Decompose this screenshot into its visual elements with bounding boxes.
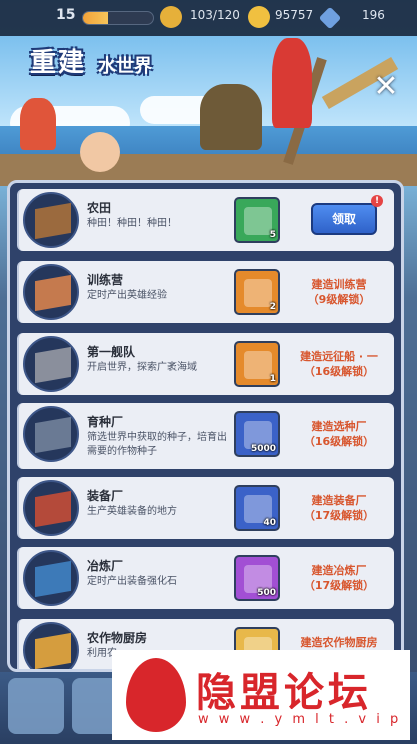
- frame-icon: [244, 351, 272, 379]
- character-spiky-hair: [200, 84, 262, 150]
- player-level: 15: [56, 7, 76, 23]
- reward-item[interactable]: 1: [234, 341, 280, 387]
- game-screen: 重建 水世界 ✕ 15 103/120 95757 196 农田 种田！种田！种田…: [0, 0, 417, 744]
- build-requirement-text[interactable]: 建造远征船 · 一 （16级解锁）: [289, 349, 389, 379]
- building-name: 装备厂: [87, 489, 124, 503]
- character-standing: [272, 38, 312, 128]
- gem-icon: [318, 6, 342, 30]
- building-illustration: [35, 490, 71, 528]
- building-icon: [23, 192, 79, 248]
- watermark: 隐盟论坛 w w w . y m l t . v i p: [112, 650, 410, 740]
- building-row[interactable]: 装备厂生产英雄装备的地方 40 建造装备厂 （17级解锁）: [17, 477, 394, 539]
- coin-icon: [248, 6, 270, 28]
- building-name: 第一舰队: [87, 345, 136, 359]
- gem-value: 196: [362, 8, 385, 22]
- reward-item[interactable]: 40: [234, 485, 280, 531]
- build-requirement-text[interactable]: 建造装备厂 （17级解锁）: [289, 493, 389, 523]
- building-illustration: [35, 202, 71, 240]
- build-requirement-text[interactable]: 建造农作物厨房: [289, 635, 389, 650]
- top-status-bar: 15 103/120 95757 196: [0, 0, 417, 36]
- building-illustration: [35, 560, 71, 598]
- roth-card-icon: [244, 279, 272, 307]
- building-illustration: [35, 632, 71, 669]
- building-icon: [23, 336, 79, 392]
- close-icon[interactable]: ✕: [369, 70, 403, 104]
- energy-value: 103/120: [190, 8, 240, 22]
- flame-logo: [126, 658, 186, 732]
- build-requirement-text[interactable]: 建造冶炼厂 （17级解锁）: [289, 563, 389, 593]
- building-row[interactable]: 冶炼厂定时产出装备强化石 500 建造冶炼厂 （17级解锁）: [17, 547, 394, 609]
- watermark-title: 隐盟论坛: [196, 670, 372, 716]
- building-icon: [23, 550, 79, 606]
- building-name: 冶炼厂: [87, 559, 124, 573]
- seed-bag-icon: [244, 207, 272, 235]
- building-description: 开启世界，探索广袤海域: [87, 362, 197, 373]
- building-description: 生产英雄装备的地方: [87, 506, 177, 517]
- hero-banner: 重建 水世界 ✕: [0, 36, 417, 186]
- building-icon: [23, 480, 79, 536]
- reward-item[interactable]: 5: [234, 197, 280, 243]
- building-illustration: [35, 416, 71, 454]
- energy-icon: [160, 6, 182, 28]
- character-bald: [80, 132, 120, 172]
- notification-badge: !: [371, 195, 383, 207]
- building-illustration: [35, 274, 71, 312]
- watermark-url: w w w . y m l t . v i p: [198, 712, 402, 727]
- reward-item[interactable]: 5000: [234, 411, 280, 457]
- building-icon: [23, 406, 79, 462]
- reward-item[interactable]: 500: [234, 555, 280, 601]
- coin-value: 95757: [275, 8, 314, 22]
- reward-count: 1: [269, 374, 276, 384]
- reward-count: 5000: [250, 444, 276, 454]
- building-name: 育种厂: [87, 415, 124, 429]
- reward-count: 40: [263, 518, 276, 528]
- building-description: 定时产出英雄经验: [87, 290, 167, 301]
- build-requirement-text[interactable]: 建造选种厂 （16级解锁）: [289, 419, 389, 449]
- building-name: 农田: [87, 201, 112, 215]
- reward-count: 2: [269, 302, 276, 312]
- building-name: 农作物厨房: [87, 631, 148, 645]
- xp-progress-bar: [82, 11, 154, 25]
- claim-button[interactable]: 领取: [311, 203, 377, 235]
- reward-count: 500: [257, 588, 276, 598]
- building-row[interactable]: 训练营定时产出英雄经验 2 建造训练营 （9级解锁）: [17, 261, 394, 323]
- building-row[interactable]: 育种厂筛选世界中获取的种子，培育出需要的作物种子 5000 建造选种厂 （16级解锁…: [17, 403, 394, 469]
- building-description: 种田！种田！种田！: [87, 218, 177, 229]
- building-list-panel[interactable]: 农田种田！种田！种田！ 5 领取! 训练营定时产出英雄经验 2 建造训练营 （9级解锁） 第…: [7, 180, 404, 672]
- nav-item-bank[interactable]: [8, 678, 64, 734]
- banner-title: 重建: [30, 48, 87, 78]
- build-requirement-text[interactable]: 建造训练营 （9级解锁）: [289, 277, 389, 307]
- reward-count: 5: [269, 230, 276, 240]
- building-row[interactable]: 农田种田！种田！种田！ 5 领取!: [17, 189, 394, 251]
- xp-progress-fill: [83, 12, 108, 24]
- building-icon: [23, 622, 79, 669]
- building-description: 定时产出装备强化石: [87, 576, 177, 587]
- reward-item[interactable]: 2: [234, 269, 280, 315]
- building-illustration: [35, 346, 71, 384]
- building-icon: [23, 264, 79, 320]
- building-name: 训练营: [87, 273, 124, 287]
- building-description: 筛选世界中获取的种子，培育出需要的作物种子: [87, 432, 227, 457]
- character-red-shirt: [20, 98, 56, 150]
- building-row[interactable]: 第一舰队开启世界，探索广袤海域 1 建造远征船 · 一 （16级解锁）: [17, 333, 394, 395]
- banner-subtitle: 水世界: [98, 56, 152, 77]
